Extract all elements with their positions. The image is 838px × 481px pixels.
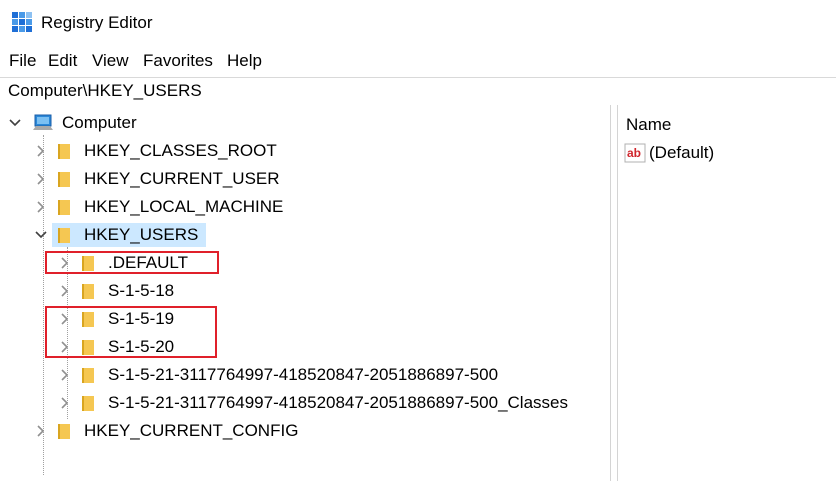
- string-value-icon: ab: [624, 143, 646, 163]
- folder-icon: [58, 172, 70, 187]
- tree-label: HKEY_CLASSES_ROOT: [84, 141, 277, 160]
- values-pane[interactable]: Name ab (Default): [618, 105, 838, 481]
- menu-view[interactable]: View: [90, 48, 131, 74]
- menu-file[interactable]: File: [7, 48, 38, 74]
- folder-icon: [58, 424, 70, 439]
- folder-icon: [58, 228, 70, 243]
- tree-label: HKEY_LOCAL_MACHINE: [84, 197, 284, 216]
- menu-help[interactable]: Help: [225, 48, 264, 74]
- folder-icon: [82, 284, 94, 299]
- tree-node-hku[interactable]: HKEY_USERS: [34, 221, 207, 249]
- chevron-right-icon[interactable]: [58, 284, 72, 298]
- folder-icon: [58, 200, 70, 215]
- chevron-down-icon[interactable]: [34, 228, 48, 242]
- tree-node-hkcc[interactable]: HKEY_CURRENT_CONFIG: [34, 417, 302, 445]
- highlight-box-s-1-5-19-20: [45, 306, 217, 358]
- folder-icon: [82, 368, 94, 383]
- chevron-down-icon[interactable]: [8, 116, 22, 130]
- address-bar[interactable]: Computer\HKEY_USERS: [0, 77, 836, 106]
- tree-label: HKEY_CURRENT_USER: [84, 169, 280, 188]
- menu-favorites[interactable]: Favorites: [141, 48, 215, 74]
- tree-label: HKEY_USERS: [84, 225, 199, 244]
- menu-edit[interactable]: Edit: [46, 48, 79, 74]
- tree-node-hkcu[interactable]: HKEY_CURRENT_USER: [34, 165, 284, 193]
- title-bar: Registry Editor: [0, 0, 838, 44]
- chevron-right-icon[interactable]: [34, 172, 48, 186]
- chevron-right-icon[interactable]: [58, 368, 72, 382]
- column-header-name[interactable]: Name: [626, 115, 671, 135]
- chevron-right-icon[interactable]: [58, 396, 72, 410]
- value-row[interactable]: ab (Default): [624, 143, 714, 163]
- tree-node-s-1-5-18[interactable]: S-1-5-18: [58, 277, 178, 305]
- registry-editor-icon: [12, 12, 32, 32]
- chevron-right-icon[interactable]: [34, 144, 48, 158]
- tree-node-hklm[interactable]: HKEY_LOCAL_MACHINE: [34, 193, 287, 221]
- selection-highlight: HKEY_USERS: [52, 223, 207, 247]
- tree-label: S-1-5-18: [108, 281, 175, 300]
- tree-label: S-1-5-21-3117764997-418520847-2051886897…: [108, 365, 499, 384]
- tree-label: HKEY_CURRENT_CONFIG: [84, 421, 299, 440]
- tree-node-s-1-5-21-500-classes[interactable]: S-1-5-21-3117764997-418520847-2051886897…: [58, 389, 572, 417]
- chevron-right-icon[interactable]: [34, 424, 48, 438]
- computer-icon: [33, 114, 53, 130]
- pane-splitter[interactable]: [610, 105, 618, 481]
- key-tree[interactable]: Computer HKEY_CLASSES_ROOT HKEY_CURRENT_…: [0, 105, 610, 481]
- highlight-box-default: [45, 251, 219, 274]
- folder-icon: [58, 144, 70, 159]
- svg-text:ab: ab: [627, 146, 641, 160]
- menu-bar: File Edit View Favorites Help: [0, 48, 838, 74]
- tree-node-s-1-5-21-500[interactable]: S-1-5-21-3117764997-418520847-2051886897…: [58, 361, 502, 389]
- window-title: Registry Editor: [41, 13, 153, 32]
- folder-icon: [82, 396, 94, 411]
- tree-node-computer[interactable]: Computer: [8, 109, 141, 137]
- tree-label: S-1-5-21-3117764997-418520847-2051886897…: [108, 393, 568, 412]
- value-name: (Default): [649, 143, 715, 162]
- address-path[interactable]: Computer\HKEY_USERS: [8, 81, 202, 101]
- tree-label: Computer: [62, 113, 137, 132]
- tree-node-hkcr[interactable]: HKEY_CLASSES_ROOT: [34, 137, 281, 165]
- chevron-right-icon[interactable]: [34, 200, 48, 214]
